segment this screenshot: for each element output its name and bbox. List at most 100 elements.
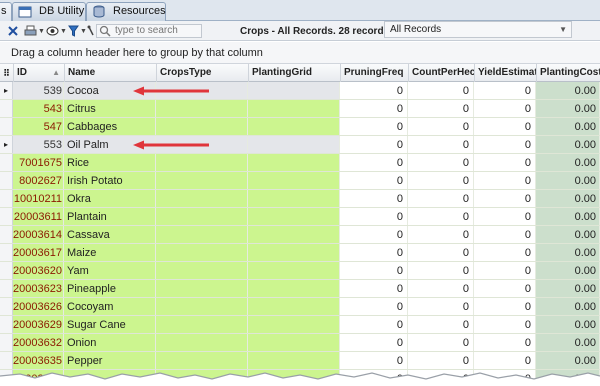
cell-countperhecta[interactable]: 0 [408,118,474,136]
cell-countperhecta[interactable]: 0 [408,334,474,352]
cell-name[interactable]: Onion [64,334,156,352]
column-header-yieldestimate[interactable]: YieldEstimateP [474,64,536,82]
cell-countperhecta[interactable]: 0 [408,100,474,118]
table-row[interactable]: 7001675 Rice 0 0 0 0.00 [0,154,600,172]
column-header-countperhecta[interactable]: CountPerHecta [408,64,474,82]
cell-name[interactable]: Cocoyam [64,298,156,316]
cell-plantingcost[interactable]: 0.00 [536,262,600,280]
cell-countperhecta[interactable]: 0 [408,280,474,298]
cell-plantinggrid[interactable] [248,82,340,100]
cell-yieldestimate[interactable]: 0 [474,280,536,298]
cell-id[interactable]: 20003614 [13,226,64,244]
cell-plantinggrid[interactable] [248,334,340,352]
row-indicator[interactable] [0,262,13,280]
records-filter-select[interactable]: All Records ▼ [384,21,572,38]
row-indicator[interactable] [0,334,13,352]
cell-name[interactable]: Maize [64,244,156,262]
cell-pruningfreq[interactable]: 0 [340,172,408,190]
cell-pruningfreq[interactable]: 0 [340,334,408,352]
cell-cropstype[interactable] [156,298,248,316]
cell-plantinggrid[interactable] [248,280,340,298]
cell-name[interactable]: Rice [64,154,156,172]
group-by-panel[interactable]: Drag a column header here to group by th… [0,42,600,64]
cell-id[interactable]: 20003629 [13,316,64,334]
cell-yieldestimate[interactable]: 0 [474,262,536,280]
table-row[interactable]: 8002627 Irish Potato 0 0 0 0.00 [0,172,600,190]
row-indicator[interactable] [0,244,13,262]
cell-countperhecta[interactable]: 0 [408,82,474,100]
cell-countperhecta[interactable]: 0 [408,262,474,280]
cell-id[interactable]: 20003611 [13,208,64,226]
cell-plantingcost[interactable]: 0.00 [536,172,600,190]
table-row[interactable]: 20003626 Cocoyam 0 0 0 0.00 [0,298,600,316]
cell-pruningfreq[interactable]: 0 [340,190,408,208]
table-row[interactable]: 20003614 Cassava 0 0 0 0.00 [0,226,600,244]
column-header-plantingcost[interactable]: PlantingCost [536,64,600,82]
row-indicator[interactable] [0,100,13,118]
cell-cropstype[interactable] [156,154,248,172]
cell-name[interactable]: Pineapple [64,280,156,298]
cell-plantingcost[interactable]: 0.00 [536,100,600,118]
filter-button[interactable]: ▼ [68,24,87,38]
cell-plantingcost[interactable]: 0.00 [536,334,600,352]
cell-name[interactable]: Okra [64,190,156,208]
table-row[interactable]: ▸ 539 Cocoa 0 0 0 0.00 [0,82,600,100]
cell-plantingcost[interactable]: 0.00 [536,298,600,316]
tab-partial[interactable]: s [0,2,12,21]
cell-plantingcost[interactable]: 0.00 [536,316,600,334]
cell-yieldestimate[interactable]: 0 [474,136,536,154]
row-indicator[interactable] [0,226,13,244]
print-button[interactable]: ▼ [24,24,45,38]
cell-plantinggrid[interactable] [248,244,340,262]
cell-pruningfreq[interactable]: 0 [340,226,408,244]
cell-cropstype[interactable] [156,262,248,280]
table-row[interactable]: 20003632 Onion 0 0 0 0.00 [0,334,600,352]
cell-yieldestimate[interactable]: 0 [474,316,536,334]
cell-plantinggrid[interactable] [248,118,340,136]
column-header-cropstype[interactable]: CropsType [156,64,248,82]
cell-id[interactable]: 543 [13,100,64,118]
cell-cropstype[interactable] [156,280,248,298]
cell-plantinggrid[interactable] [248,316,340,334]
cell-cropstype[interactable] [156,226,248,244]
cell-plantingcost[interactable]: 0.00 [536,118,600,136]
cell-pruningfreq[interactable]: 0 [340,100,408,118]
cell-id[interactable]: 547 [13,118,64,136]
cell-pruningfreq[interactable]: 0 [340,136,408,154]
cell-countperhecta[interactable]: 0 [408,136,474,154]
cell-id[interactable]: 539 [13,82,64,100]
cell-cropstype[interactable] [156,190,248,208]
cell-plantinggrid[interactable] [248,226,340,244]
cell-pruningfreq[interactable]: 0 [340,316,408,334]
cell-yieldestimate[interactable]: 0 [474,172,536,190]
table-row[interactable]: 20003617 Maize 0 0 0 0.00 [0,244,600,262]
cell-pruningfreq[interactable]: 0 [340,280,408,298]
cell-pruningfreq[interactable]: 0 [340,82,408,100]
cell-name[interactable]: Yam [64,262,156,280]
column-header-plantinggrid[interactable]: PlantingGrid [248,64,340,82]
row-indicator[interactable] [0,154,13,172]
row-indicator[interactable] [0,208,13,226]
cell-id[interactable]: 20003623 [13,280,64,298]
cell-yieldestimate[interactable]: 0 [474,118,536,136]
cell-plantingcost[interactable]: 0.00 [536,226,600,244]
table-row[interactable]: 20003611 Plantain 0 0 0 0.00 [0,208,600,226]
cell-id[interactable]: 20003632 [13,334,64,352]
table-row[interactable]: 20003629 Sugar Cane 0 0 0 0.00 [0,316,600,334]
link-button[interactable] [87,24,95,38]
table-row[interactable]: 20003620 Yam 0 0 0 0.00 [0,262,600,280]
search-field[interactable] [96,24,202,38]
cell-plantinggrid[interactable] [248,172,340,190]
row-indicator[interactable] [0,280,13,298]
row-indicator[interactable] [0,298,13,316]
cell-pruningfreq[interactable]: 0 [340,118,408,136]
cell-countperhecta[interactable]: 0 [408,208,474,226]
view-button[interactable]: ▼ [46,24,67,38]
table-row[interactable]: ▸ 553 Oil Palm 0 0 0 0.00 [0,136,600,154]
cell-yieldestimate[interactable]: 0 [474,244,536,262]
cell-cropstype[interactable] [156,244,248,262]
cell-yieldestimate[interactable]: 0 [474,190,536,208]
cell-plantinggrid[interactable] [248,136,340,154]
cell-countperhecta[interactable]: 0 [408,226,474,244]
cell-name[interactable]: Plantain [64,208,156,226]
